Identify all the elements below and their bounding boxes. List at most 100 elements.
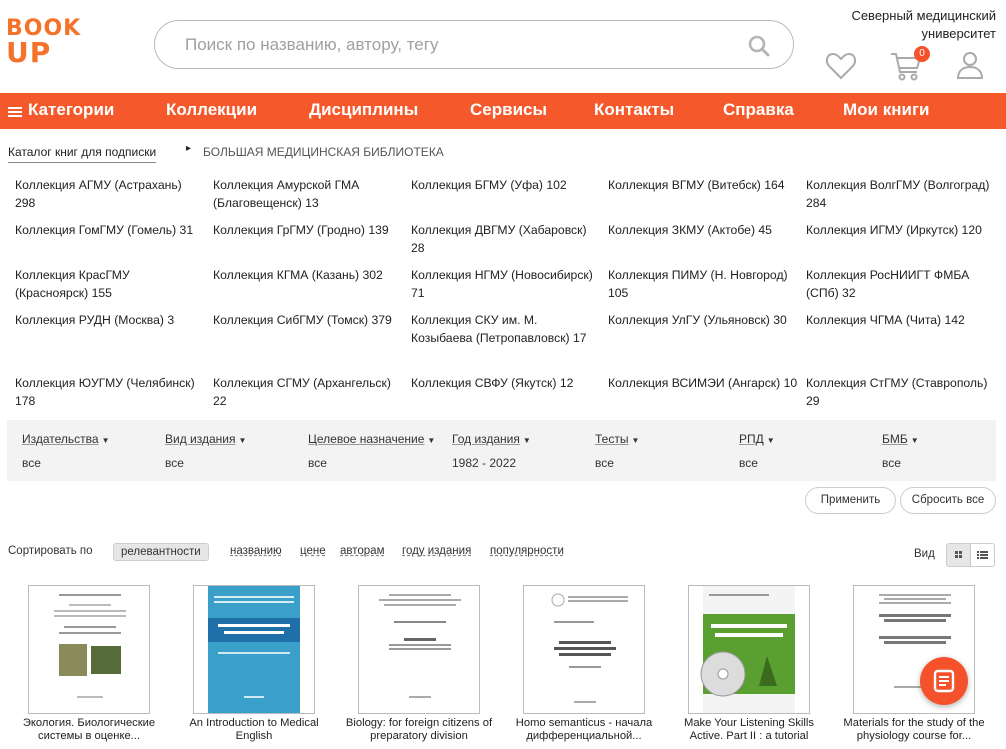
grid-view-icon [955,551,962,558]
filter-rpd[interactable]: РПД ▼ все [739,430,775,470]
filter-label: Издательства [22,432,99,446]
collection-link[interactable]: Коллекция КГМА (Казань) 302 [213,266,403,284]
nav-contacts[interactable]: Контакты [594,100,674,120]
collection-link[interactable]: Коллекция ГомГМУ (Гомель) 31 [15,221,205,239]
book-cover[interactable] [688,585,810,714]
book-cover[interactable] [358,585,480,714]
main-nav: Категории Коллекции Дисциплины Сервисы К… [0,93,1006,129]
sort-price[interactable]: цене [300,545,326,557]
collection-link[interactable]: Коллекция КрасГМУ (Красноярск) 155 [15,266,205,302]
book-title[interactable]: Make Your Listening Skills Active. Part … [667,717,831,743]
collection-link[interactable]: Коллекция СГМУ (Архангельск) 22 [213,374,403,410]
caret-down-icon: ▼ [427,436,436,445]
sort-authors[interactable]: авторам [340,545,384,557]
collection-link[interactable]: Коллекция ИГМУ (Иркутск) 120 [806,221,996,239]
collection-link[interactable]: Коллекция АГМУ (Астрахань) 298 [15,176,205,212]
bookup-logo[interactable]: BOOK UP [6,16,86,69]
filter-value: все [882,456,901,470]
filter-bmb[interactable]: БМБ ▼ все [882,430,919,470]
cover-art [54,594,126,698]
collection-link[interactable]: Коллекция ПИМУ (Н. Новгород) 105 [608,266,798,302]
caret-down-icon: ▼ [101,436,110,445]
sort-title[interactable]: названию [230,545,282,557]
book-title[interactable]: Materials for the study of the physiolog… [832,717,996,743]
filter-edition-type[interactable]: Вид издания ▼ все [165,430,247,470]
book-cover[interactable] [523,585,645,714]
book-title[interactable]: Экология. Биологические системы в оценке… [7,717,171,743]
collection-link[interactable]: Коллекция СибГМУ (Томск) 379 [213,311,403,329]
sort-popularity[interactable]: популярности [490,545,564,557]
caret-down-icon: ▼ [766,436,775,445]
filter-publisher[interactable]: Издательства ▼ все [22,430,110,470]
apply-button[interactable]: Применить [805,487,896,514]
collection-link[interactable]: Коллекция ВолгГМУ (Волгоград) 284 [806,176,996,212]
nav-help[interactable]: Справка [723,100,794,120]
caret-down-icon: ▼ [910,436,919,445]
favorites-button[interactable] [823,48,859,84]
collection-link[interactable]: Коллекция ЮУГМУ (Челябинск) 178 [15,374,205,410]
filter-label: РПД [739,432,764,446]
collection-link[interactable]: Коллекция РосНИИГТ ФМБА (СПб) 32 [806,266,996,302]
sort-year[interactable]: году издания [402,545,471,557]
collection-link[interactable]: Коллекция ЗКМУ (Актобе) 45 [608,221,798,239]
list-view-button[interactable] [970,543,995,567]
filter-label: Тесты [595,432,629,446]
view-label: Вид [914,548,935,560]
grid-view-button[interactable] [946,543,971,567]
user-button[interactable] [952,48,988,84]
collection-link[interactable]: Коллекция ЧГМА (Чита) 142 [806,311,996,329]
filter-value: все [22,456,41,470]
collection-link[interactable]: Коллекция НГМУ (Новосибирск) 71 [411,266,601,302]
book-title[interactable]: An Introduction to Medical English [172,717,336,743]
collection-link[interactable]: Коллекция РУДН (Москва) 3 [15,311,205,329]
sort-relevance[interactable]: релевантности [113,543,209,561]
collection-link[interactable]: Коллекция ВГМУ (Витебск) 164 [608,176,798,194]
collection-link[interactable]: Коллекция СВФУ (Якутск) 12 [411,374,601,392]
cart-count-badge: 0 [914,46,930,62]
collection-link[interactable]: Коллекция Амурской ГМА (Благовещенск) 13 [213,176,403,212]
collection-link[interactable]: Коллекция СтГМУ (Ставрополь) 29 [806,374,996,410]
reset-button[interactable]: Сбросить все [900,487,996,514]
breadcrumb-separator-icon: ▸ [186,143,192,154]
filter-value: все [308,456,327,470]
filter-label: БМБ [882,432,908,446]
collection-link[interactable]: Коллекция УлГУ (Ульяновск) 30 [608,311,798,329]
filter-value: все [165,456,184,470]
search-icon[interactable] [747,34,771,58]
filter-year[interactable]: Год издания ▼ 1982 - 2022 [452,430,531,470]
nav-services[interactable]: Сервисы [470,100,547,120]
caret-down-icon: ▼ [631,436,640,445]
filter-value: 1982 - 2022 [452,456,517,470]
document-fab-button[interactable] [920,657,968,705]
cart-button[interactable]: 0 [888,46,930,84]
collection-link[interactable]: Коллекция ВСИМЭИ (Ангарск) 10 [608,374,798,392]
search-bar [154,20,794,69]
book-title[interactable]: Biology: for foreign citizens of prepara… [337,717,501,743]
nav-my-books[interactable]: Мои книги [843,100,929,120]
collection-link[interactable]: Коллекция ГрГМУ (Гродно) 139 [213,221,403,239]
breadcrumb-catalog-link[interactable]: Каталог книг для подписки [8,145,157,163]
filter-purpose[interactable]: Целевое назначение ▼ все [308,430,436,470]
nav-disciplines[interactable]: Дисциплины [309,100,418,120]
university-name[interactable]: Северный медицинский университет [816,7,996,43]
book-cover[interactable] [193,585,315,714]
cover-art [551,593,628,703]
caret-down-icon: ▼ [238,436,247,445]
filter-value: все [739,456,758,470]
user-icon [956,52,984,79]
book-title[interactable]: Homo semanticus - начала дифференциально… [502,717,666,743]
nav-categories[interactable]: Категории [28,100,114,120]
collection-link[interactable]: Коллекция ДВГМУ (Хабаровск) 28 [411,221,601,257]
breadcrumb-current: БОЛЬШАЯ МЕДИЦИНСКАЯ БИБЛИОТЕКА [203,145,444,159]
nav-collections[interactable]: Коллекции [166,100,257,120]
collection-link[interactable]: Коллекция БГМУ (Уфа) 102 [411,176,601,194]
cover-art [379,594,461,698]
list-view-icon [977,551,988,559]
collection-link[interactable]: Коллекция СКУ им. М. Козыбаева (Петропав… [411,311,601,347]
book-cover[interactable] [28,585,150,714]
filter-tests[interactable]: Тесты ▼ все [595,430,640,470]
filter-label: Вид издания [165,432,236,446]
search-input[interactable] [185,33,745,57]
sort-label: Сортировать по [8,545,93,557]
document-icon [933,669,955,693]
